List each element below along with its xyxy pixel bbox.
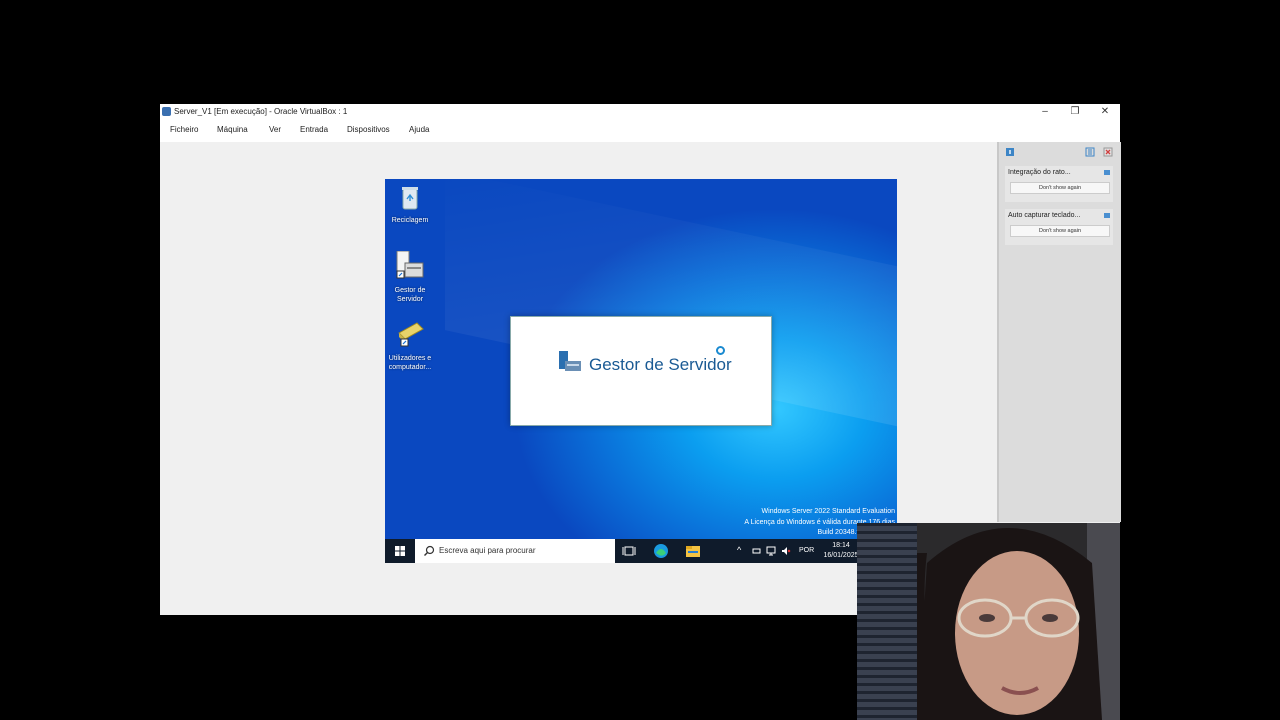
users-computers-label: Utilizadores e computador... [388, 355, 432, 371]
notification-text: Auto capturar teclado... [1008, 212, 1081, 219]
language-indicator[interactable]: POR [799, 547, 814, 563]
minimize-button[interactable]: – [1030, 104, 1060, 120]
server-manager-splash: Gestor de Servidor [510, 316, 772, 426]
notification-mouse-integration: Integração do rato... Don't show again [1005, 166, 1113, 202]
recycle-bin-label: Reciclagem [391, 217, 429, 224]
clock-time: 18:14 [832, 542, 850, 549]
desktop-icon-users-computers[interactable]: Utilizadores e computador... [385, 321, 438, 372]
tray-battery-icon[interactable] [752, 546, 762, 556]
start-button[interactable] [385, 539, 415, 563]
menu-ficheiro[interactable]: Ficheiro [170, 125, 198, 134]
close-button[interactable]: ✕ [1090, 104, 1120, 120]
notification-dismiss-all-icon[interactable] [1103, 147, 1113, 157]
menu-entrada[interactable]: Entrada [300, 125, 328, 134]
tray-overflow-chevron-icon[interactable]: ^ [737, 545, 741, 563]
menu-ver[interactable]: Ver [269, 125, 281, 134]
menu-dispositivos[interactable]: Dispositivos [347, 125, 390, 134]
notification-text: Integração do rato... [1008, 169, 1071, 176]
guest-desktop[interactable]: Reciclagem Gestor de Servidor Utilizador… [385, 179, 897, 563]
clock-date: 16/01/2025 [823, 552, 859, 559]
notification-center-toggle-icon[interactable] [1085, 147, 1095, 157]
server-manager-label: Gestor de Servidor [394, 287, 426, 303]
dont-show-again-button[interactable]: Don't show again [1010, 182, 1110, 194]
notification-auto-capture-keyboard: Auto capturar teclado... Don't show agai… [1005, 209, 1113, 245]
loading-spinner-icon [716, 346, 725, 355]
taskbar-clock[interactable]: 18:14 16/01/2025 [821, 541, 861, 563]
splash-title: Gestor de Servidor [589, 355, 732, 374]
menu-bar: Ficheiro Máquina Ver Entrada Dispositivo… [160, 120, 1120, 142]
webcam-presenter-image [857, 523, 1120, 720]
recycle-bin-icon [402, 187, 418, 210]
server-manager-splash-icon [559, 351, 581, 371]
server-manager-icon [396, 250, 424, 279]
menu-maquina[interactable]: Máquina [217, 125, 248, 134]
menu-ajuda[interactable]: Ajuda [409, 125, 429, 134]
webcam-overlay [857, 523, 1120, 720]
windows-start-icon [395, 546, 405, 556]
file-explorer-icon[interactable] [685, 543, 701, 559]
desktop-icon-recycle-bin[interactable]: Reciclagem [385, 185, 438, 225]
notification-info-small-icon [1104, 213, 1110, 218]
network-icon[interactable] [766, 546, 776, 556]
notification-info-icon [1006, 148, 1014, 156]
window-title: Server_V1 [Em execução] - Oracle Virtual… [174, 107, 348, 116]
restore-button[interactable]: ❐ [1060, 104, 1090, 120]
volume-muted-icon[interactable] [781, 546, 791, 556]
virtualbox-app-icon [162, 107, 171, 116]
task-view-icon[interactable] [621, 543, 637, 559]
watermark-edition: Windows Server 2022 Standard Evaluation [761, 508, 895, 515]
window-titlebar[interactable]: Server_V1 [Em execução] - Oracle Virtual… [160, 104, 1120, 120]
dont-show-again-button[interactable]: Don't show again [1010, 225, 1110, 237]
desktop-icon-server-manager[interactable]: Gestor de Servidor [385, 250, 438, 304]
search-placeholder: Escreva aqui para procurar [439, 546, 536, 555]
users-computers-icon [398, 322, 424, 347]
notification-center-panel: Integração do rato... Don't show again A… [997, 142, 1121, 522]
taskbar: Escreva aqui para procurar ^ POR 18:14 1… [385, 539, 897, 563]
search-icon [424, 545, 435, 556]
taskbar-search-box[interactable]: Escreva aqui para procurar [415, 539, 615, 563]
edge-browser-icon[interactable] [653, 543, 669, 559]
notification-info-small-icon [1104, 170, 1110, 175]
